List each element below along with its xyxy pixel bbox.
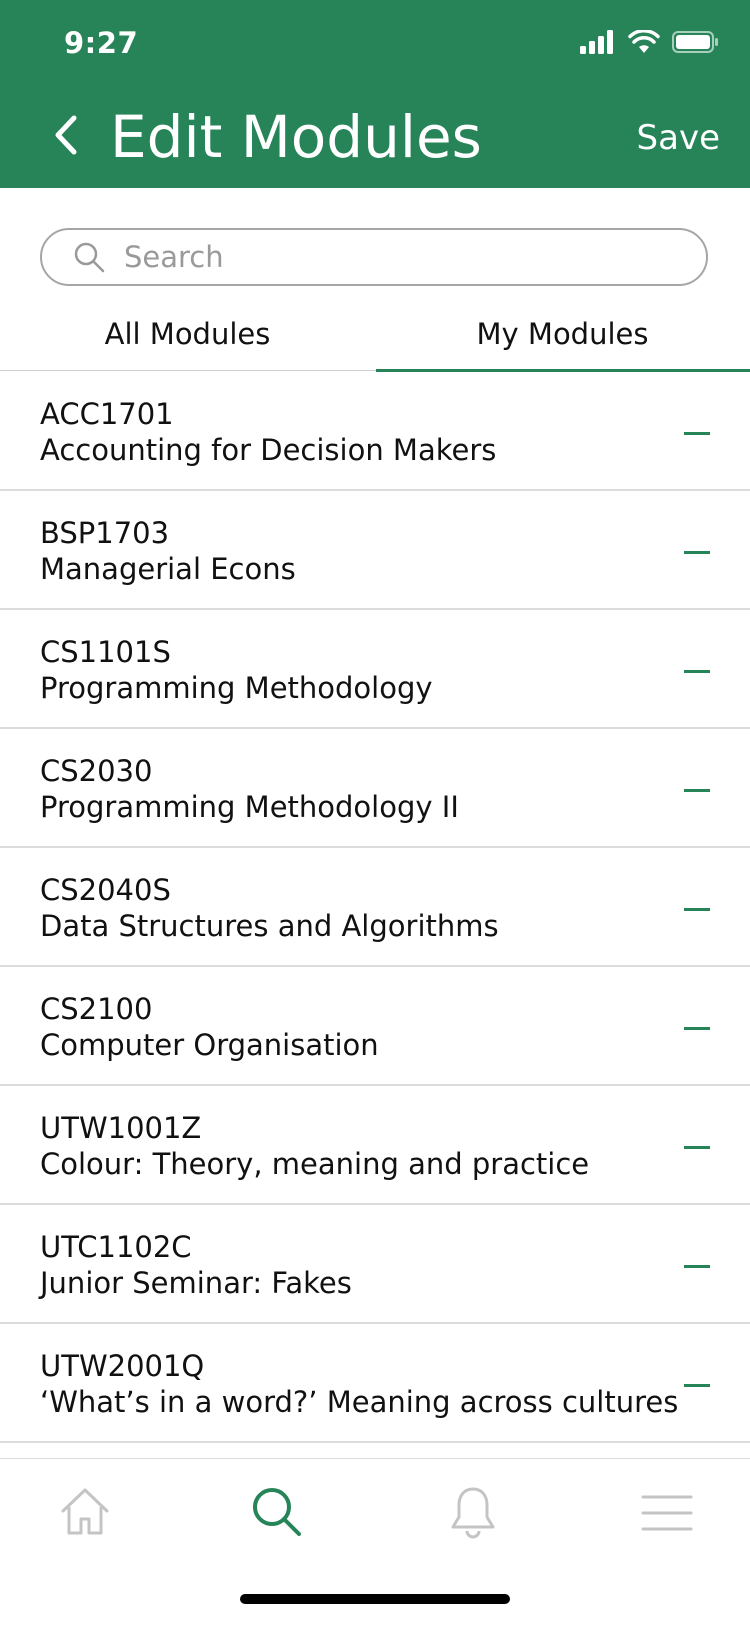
status-icons	[580, 30, 720, 54]
tab-all-modules[interactable]: All Modules	[0, 296, 375, 372]
module-name: Accounting for Decision Makers	[40, 433, 497, 467]
list-item: CS2040S Data Structures and Algorithms	[0, 848, 750, 967]
list-item: UTW2001Q ‘What’s in a word?’ Meaning acr…	[0, 1324, 750, 1443]
battery-icon	[672, 31, 718, 53]
search-icon	[253, 1488, 301, 1536]
search-bar[interactable]	[40, 228, 708, 286]
remove-module-button[interactable]	[682, 775, 712, 805]
list-item: BSP1703 Managerial Econs	[0, 491, 750, 610]
menu-icon	[641, 1495, 693, 1531]
minus-icon	[684, 907, 710, 911]
module-code: BSP1703	[40, 516, 170, 550]
module-name: Colour: Theory, meaning and practice	[40, 1147, 590, 1181]
module-list: ACC1701 Accounting for Decision Makers B…	[0, 372, 750, 1443]
module-code: CS1101S	[40, 635, 171, 669]
list-item: CS1101S Programming Methodology	[0, 610, 750, 729]
remove-module-button[interactable]	[682, 1251, 712, 1281]
tab-notifications[interactable]	[443, 1483, 503, 1543]
minus-icon	[684, 788, 710, 792]
minus-icon	[684, 1026, 710, 1030]
minus-icon	[684, 669, 710, 673]
header: 9:27 Edit Modules Save	[0, 0, 750, 188]
tab-search[interactable]	[248, 1483, 308, 1543]
module-name: Junior Seminar: Fakes	[40, 1266, 352, 1300]
save-button[interactable]: Save	[637, 118, 720, 158]
module-name: Managerial Econs	[40, 552, 296, 586]
list-item: CS2100 Computer Organisation	[0, 967, 750, 1086]
minus-icon	[684, 550, 710, 554]
tab-menu[interactable]	[637, 1483, 697, 1543]
list-item: ACC1701 Accounting for Decision Makers	[0, 372, 750, 491]
module-code: UTW1001Z	[40, 1111, 202, 1145]
minus-icon	[684, 1264, 710, 1268]
module-code: CS2100	[40, 992, 153, 1026]
bell-icon	[451, 1487, 495, 1539]
remove-module-button[interactable]	[682, 418, 712, 448]
remove-module-button[interactable]	[682, 1370, 712, 1400]
list-item: UTC1102C Junior Seminar: Fakes	[0, 1205, 750, 1324]
module-code: CS2030	[40, 754, 153, 788]
module-name: Programming Methodology	[40, 671, 433, 705]
home-indicator	[240, 1594, 510, 1604]
search-icon	[74, 242, 105, 273]
minus-icon	[684, 431, 710, 435]
remove-module-button[interactable]	[682, 894, 712, 924]
remove-module-button[interactable]	[682, 1013, 712, 1043]
module-tabs: All Modules My Modules	[0, 296, 750, 372]
tab-my-modules[interactable]: My Modules	[375, 296, 750, 372]
list-item: UTW1001Z Colour: Theory, meaning and pra…	[0, 1086, 750, 1205]
tab-home[interactable]	[55, 1483, 115, 1543]
minus-icon	[684, 1145, 710, 1149]
chevron-left-icon	[55, 115, 77, 155]
module-name: Programming Methodology II	[40, 790, 459, 824]
module-code: ACC1701	[40, 397, 174, 431]
minus-icon	[684, 1383, 710, 1387]
wifi-icon	[628, 30, 660, 53]
page-title: Edit Modules	[110, 103, 482, 171]
cellular-signal-icon	[580, 30, 613, 54]
remove-module-button[interactable]	[682, 537, 712, 567]
search-input[interactable]	[122, 239, 686, 275]
remove-module-button[interactable]	[682, 1132, 712, 1162]
remove-module-button[interactable]	[682, 656, 712, 686]
back-button[interactable]	[46, 110, 86, 160]
module-code: UTW2001Q	[40, 1349, 205, 1383]
status-time: 9:27	[64, 26, 139, 60]
list-item: CS2030 Programming Methodology II	[0, 729, 750, 848]
module-code: UTC1102C	[40, 1230, 192, 1264]
module-name: Data Structures and Algorithms	[40, 909, 499, 943]
module-code: CS2040S	[40, 873, 171, 907]
module-name: ‘What’s in a word?’ Meaning across cultu…	[40, 1385, 679, 1419]
module-name: Computer Organisation	[40, 1028, 379, 1062]
home-icon	[61, 1488, 109, 1535]
